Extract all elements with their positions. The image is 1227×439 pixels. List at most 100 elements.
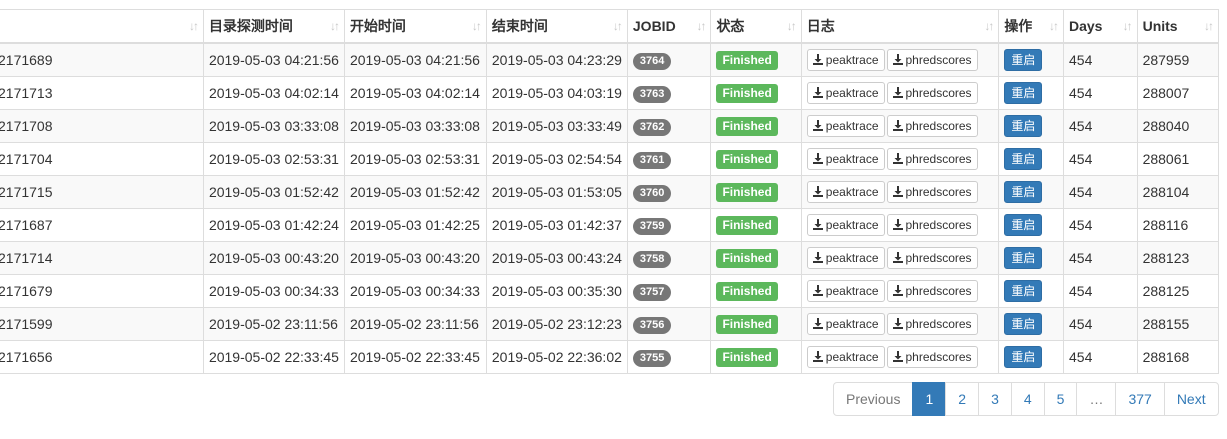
log-cell: peaktrace phredscores (800, 109, 1000, 143)
column-header-label: 结束时间 (491, 18, 548, 34)
days-cell: 454 (1063, 208, 1138, 242)
previous-page-button[interactable]: Previous (833, 382, 914, 416)
table-row: 2171679 2019-05-03 00:34:33 2019-05-03 00:… (0, 274, 1220, 308)
column-header-status[interactable]: 状态 ↓↑ (710, 9, 802, 44)
restart-button[interactable]: 重启 (1004, 49, 1043, 71)
column-header-days[interactable]: Days ↓↑ (1063, 9, 1138, 44)
restart-button[interactable]: 重启 (1004, 313, 1043, 335)
next-page-button[interactable]: Next (1163, 382, 1219, 416)
start-time-cell: 2019-05-03 00:43:20 (343, 241, 487, 275)
action-cell: 重启 (998, 109, 1064, 143)
sort-icon[interactable]: ↓↑ (330, 19, 340, 33)
column-header-end-time[interactable]: 结束时间 ↓↑ (485, 9, 628, 44)
jobid-cell: 3761 (626, 142, 712, 176)
restart-button[interactable]: 重启 (1004, 346, 1043, 368)
end-time-cell: 2019-05-03 03:33:49 (485, 109, 628, 143)
action-cell: 重启 (998, 42, 1064, 77)
sort-icon[interactable]: ↓↑ (189, 19, 199, 33)
sort-icon[interactable]: ↓↑ (1123, 19, 1133, 33)
column-header-label: Days (1069, 18, 1103, 34)
status-cell: Finished (710, 340, 802, 374)
status-badge: Finished (716, 248, 778, 268)
restart-button[interactable]: 重启 (1004, 280, 1043, 302)
download-phredscores-button[interactable]: phredscores (886, 49, 978, 71)
download-phredscores-button[interactable]: phredscores (886, 181, 978, 203)
column-header-log[interactable]: 日志 ↓↑ (800, 9, 1000, 44)
table-row: 2171687 2019-05-03 01:42:24 2019-05-03 01:… (0, 208, 1220, 242)
log-cell: peaktrace phredscores (800, 175, 1000, 209)
download-label: peaktrace (825, 119, 879, 133)
download-label: peaktrace (825, 86, 879, 100)
table-row: 2171656 2019-05-02 22:33:45 2019-05-02 22:… (0, 340, 1220, 374)
download-phredscores-button[interactable]: phredscores (886, 214, 978, 236)
download-label: peaktrace (825, 185, 879, 199)
sort-icon[interactable]: ↓↑ (613, 19, 623, 33)
column-header-action[interactable]: 操作 ↓↑ (998, 9, 1064, 44)
action-cell: 重启 (998, 307, 1064, 341)
download-phredscores-button[interactable]: phredscores (886, 148, 978, 170)
status-cell: Finished (710, 208, 802, 242)
jobid-cell: 3764 (626, 42, 712, 77)
days-cell: 454 (1063, 109, 1138, 143)
download-phredscores-button[interactable]: phredscores (886, 247, 978, 269)
jobid-badge: 3758 (632, 250, 672, 268)
sort-icon[interactable]: ↓↑ (696, 19, 706, 33)
start-time-cell: 2019-05-03 01:52:42 (343, 175, 487, 209)
action-cell: 重启 (998, 241, 1064, 275)
status-badge: Finished (716, 83, 778, 103)
download-phredscores-button[interactable]: phredscores (886, 82, 978, 104)
download-phredscores-button[interactable]: phredscores (886, 280, 978, 302)
jobid-badge: 3757 (632, 283, 672, 301)
restart-button[interactable]: 重启 (1004, 181, 1043, 203)
download-peaktrace-button[interactable]: peaktrace (806, 247, 885, 269)
sort-icon[interactable]: ↓↑ (787, 19, 797, 33)
id-cell: 2171715 (0, 175, 204, 209)
download-peaktrace-button[interactable]: peaktrace (806, 280, 885, 302)
start-time-cell: 2019-05-03 01:42:25 (343, 208, 487, 242)
jobid-cell: 3760 (626, 175, 712, 209)
status-badge: Finished (716, 281, 778, 301)
download-peaktrace-button[interactable]: peaktrace (806, 49, 885, 71)
download-phredscores-button[interactable]: phredscores (886, 346, 978, 368)
download-peaktrace-button[interactable]: peaktrace (806, 148, 885, 170)
download-icon (892, 53, 903, 65)
download-phredscores-button[interactable]: phredscores (886, 313, 978, 335)
sort-icon[interactable]: ↓↑ (1204, 19, 1214, 33)
page-5-button[interactable]: 5 (1043, 382, 1078, 416)
restart-button[interactable]: 重启 (1004, 115, 1043, 137)
page-377-button[interactable]: 377 (1115, 382, 1165, 416)
column-header-jobid[interactable]: JOBID ↓↑ (626, 9, 712, 44)
page-2-button[interactable]: 2 (945, 382, 980, 416)
column-header-units[interactable]: Units ↓↑ (1136, 9, 1220, 44)
download-label: phredscores (905, 53, 972, 67)
column-header-id[interactable]: ↓↑ (0, 9, 204, 44)
column-header-detect-time[interactable]: 目录探测时间 ↓↑ (202, 9, 345, 44)
download-peaktrace-button[interactable]: peaktrace (806, 115, 885, 137)
page-3-button[interactable]: 3 (978, 382, 1012, 416)
column-header-start-time[interactable]: 开始时间 ↓↑ (343, 9, 487, 44)
sort-icon[interactable]: ↓↑ (472, 19, 482, 33)
download-icon (812, 185, 823, 197)
download-peaktrace-button[interactable]: peaktrace (806, 346, 885, 368)
id-cell: 2171714 (0, 241, 204, 275)
sort-icon[interactable]: ↓↑ (1049, 19, 1059, 33)
download-peaktrace-button[interactable]: peaktrace (806, 313, 885, 335)
download-peaktrace-button[interactable]: peaktrace (806, 82, 885, 104)
download-phredscores-button[interactable]: phredscores (886, 115, 978, 137)
days-cell: 454 (1063, 42, 1138, 77)
restart-button[interactable]: 重启 (1004, 214, 1043, 236)
end-time-cell: 2019-05-03 00:35:30 (485, 274, 628, 308)
column-header-label: Units (1142, 18, 1178, 34)
page-4-button[interactable]: 4 (1010, 382, 1045, 416)
download-peaktrace-button[interactable]: peaktrace (806, 214, 885, 236)
restart-button[interactable]: 重启 (1004, 82, 1043, 104)
download-icon (892, 185, 903, 197)
id-cell: 2171708 (0, 109, 204, 143)
status-cell: Finished (710, 42, 802, 77)
restart-button[interactable]: 重启 (1004, 247, 1043, 269)
download-peaktrace-button[interactable]: peaktrace (806, 181, 885, 203)
detect-time-cell: 2019-05-03 00:34:33 (202, 274, 345, 308)
restart-button[interactable]: 重启 (1004, 148, 1043, 170)
page-1-button[interactable]: 1 (912, 382, 947, 416)
sort-icon[interactable]: ↓↑ (984, 19, 994, 33)
